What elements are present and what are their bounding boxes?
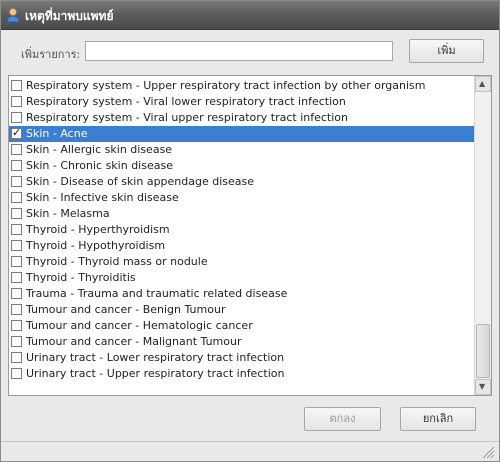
list-item[interactable]: Skin - Allergic skin disease <box>9 142 476 158</box>
list-item-label: Skin - Acne <box>26 127 88 140</box>
list-item[interactable]: ✓ Skin - Acne <box>9 126 476 142</box>
checkbox[interactable] <box>11 112 22 123</box>
list-item-label: Thyroid - Hypothyroidism <box>26 239 166 252</box>
list-item[interactable]: Trauma - Trauma and traumatic related di… <box>9 286 476 302</box>
list-item-label: Thyroid - Thyroid mass or nodule <box>26 255 208 268</box>
status-bar <box>1 441 499 462</box>
list-item-label: Skin - Melasma <box>26 207 110 220</box>
list-item[interactable]: Skin - Melasma <box>9 206 476 222</box>
checkbox[interactable] <box>11 224 22 235</box>
checkbox[interactable] <box>11 160 22 171</box>
list-item[interactable]: Tumour and cancer - Benign Tumour <box>9 302 476 318</box>
list-item[interactable]: Thyroid - Hyperthyroidism <box>9 222 476 238</box>
list-item[interactable]: Respiratory system - Upper respiratory t… <box>9 78 476 94</box>
add-item-input[interactable] <box>85 41 393 61</box>
list-item-label: Respiratory system - Viral upper respira… <box>26 111 349 124</box>
vertical-scrollbar[interactable]: ▲ ▼ <box>474 76 491 395</box>
list-item-label: Tumour and cancer - Hematologic cancer <box>26 319 253 332</box>
checkbox[interactable] <box>11 368 22 379</box>
add-button[interactable]: เพิ่ม <box>409 39 484 63</box>
scroll-down-button[interactable]: ▼ <box>475 379 491 395</box>
list-item-label: Thyroid - Thyroiditis <box>26 271 136 284</box>
list-item[interactable]: Respiratory system - Viral upper respira… <box>9 110 476 126</box>
list-item-label: Skin - Disease of skin appendage disease <box>26 175 255 188</box>
checkbox[interactable] <box>11 176 22 187</box>
list-item-label: Respiratory system - Upper respiratory t… <box>26 79 426 92</box>
checkbox[interactable] <box>11 256 22 267</box>
list-item-label: Skin - Allergic skin disease <box>26 143 173 156</box>
checkbox[interactable] <box>11 144 22 155</box>
checkbox[interactable] <box>11 208 22 219</box>
title-bar[interactable]: เหตุที่มาพบแพทย์ <box>1 1 499 30</box>
list-item[interactable]: Thyroid - Hypothyroidism <box>9 238 476 254</box>
arrow-down-icon: ▼ <box>479 382 486 391</box>
dialog-window: เหตุที่มาพบแพทย์ เพิ่มรายการ: เพิ่ม Urin… <box>0 0 500 462</box>
window-title: เหตุที่มาพบแพทย์ <box>25 9 114 23</box>
list-item-label: Skin - Chronic skin disease <box>26 159 173 172</box>
add-item-label: เพิ่มรายการ: <box>21 48 81 61</box>
checkbox[interactable] <box>11 192 22 203</box>
checkmark-icon: ✓ <box>12 126 22 139</box>
list-item-label: Thyroid - Hyperthyroidism <box>26 223 170 236</box>
list-item[interactable]: Skin - Disease of skin appendage disease <box>9 174 476 190</box>
list-item[interactable]: Urinary tract - Lower respiratory tract … <box>9 350 476 366</box>
checkbox[interactable] <box>11 288 22 299</box>
checkbox[interactable] <box>11 272 22 283</box>
user-icon <box>6 8 20 23</box>
arrow-up-icon: ▲ <box>479 79 486 88</box>
list-item-label: Tumour and cancer - Benign Tumour <box>26 303 226 316</box>
cancel-button[interactable]: ยกเลิก <box>400 407 476 431</box>
list-item-label: Trauma - Trauma and traumatic related di… <box>26 287 288 300</box>
scrollbar-thumb[interactable] <box>476 324 490 378</box>
scroll-up-button[interactable]: ▲ <box>475 76 491 92</box>
checkbox[interactable] <box>11 240 22 251</box>
list-item[interactable]: Tumour and cancer - Hematologic cancer <box>9 318 476 334</box>
reason-checklist[interactable]: Urinary tract - Upper respiratory tract … <box>8 75 492 396</box>
resize-grip-icon[interactable] <box>481 445 495 459</box>
checkbox[interactable] <box>11 352 22 363</box>
checkbox[interactable]: ✓ <box>11 126 22 139</box>
list-item[interactable]: Urinary tract - Upper respiratory tract … <box>9 366 476 382</box>
list-item[interactable]: Respiratory system - Viral lower respira… <box>9 94 476 110</box>
checkbox[interactable] <box>11 80 22 91</box>
list-item-label: Urinary tract - Lower respiratory tract … <box>26 351 285 364</box>
checkbox[interactable] <box>11 320 22 331</box>
checkbox[interactable] <box>11 336 22 347</box>
checkbox[interactable] <box>11 304 22 315</box>
list-item[interactable]: Thyroid - Thyroid mass or nodule <box>9 254 476 270</box>
list-item[interactable]: Skin - Chronic skin disease <box>9 158 476 174</box>
list-item-label: Skin - Infective skin disease <box>26 191 179 204</box>
list-item[interactable]: Tumour and cancer - Malignant Tumour <box>9 334 476 350</box>
ok-button[interactable]: ตกลง <box>304 407 381 431</box>
checkbox[interactable] <box>11 96 22 107</box>
list-item-label: Tumour and cancer - Malignant Tumour <box>26 335 242 348</box>
list-item-label: Respiratory system - Viral lower respira… <box>26 95 346 108</box>
list-item[interactable]: Thyroid - Thyroiditis <box>9 270 476 286</box>
list-item[interactable]: Skin - Infective skin disease <box>9 190 476 206</box>
list-item-label: Urinary tract - Upper respiratory tract … <box>26 367 285 380</box>
